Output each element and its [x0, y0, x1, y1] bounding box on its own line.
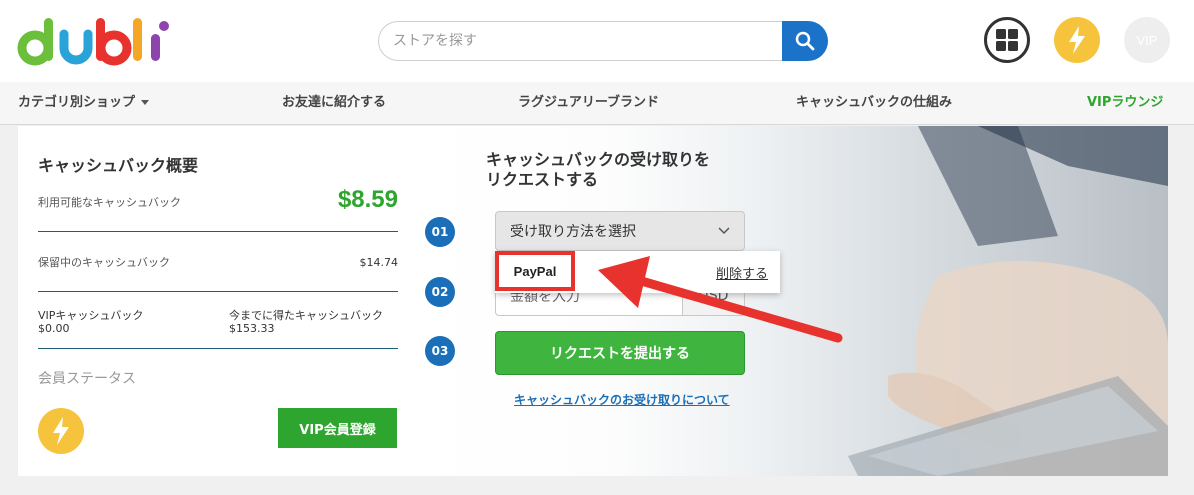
step-3-badge: 03	[425, 336, 455, 366]
lightning-bolt-icon	[53, 417, 69, 445]
annotation-arrow	[598, 256, 843, 343]
chevron-down-icon	[718, 227, 730, 235]
caret-down-icon	[141, 100, 150, 105]
nav-refer-friends[interactable]: お友達に紹介する	[282, 82, 386, 124]
step-2-badge: 02	[425, 277, 455, 307]
nav-label: お友達に紹介する	[282, 95, 387, 110]
divider	[38, 348, 398, 349]
dubli-logo[interactable]: dubli	[16, 12, 172, 68]
summary-title: キャッシュバック概要	[38, 156, 199, 175]
total-earned-amount: $153.33	[229, 322, 275, 335]
step-1-badge: 01	[425, 217, 455, 247]
page: dubli VIP	[0, 0, 1194, 495]
nav-label: キャッシュバックの仕組み	[796, 95, 953, 110]
payout-method-select[interactable]: 受け取り方法を選択	[495, 211, 745, 251]
available-cashback-label: 利用可能なキャッシュバック	[38, 196, 181, 209]
search-button[interactable]	[782, 21, 828, 61]
divider	[38, 231, 398, 232]
grid-icon	[996, 29, 1018, 51]
vip-button[interactable]: VIP	[1124, 17, 1170, 63]
lightning-bolt-icon	[1069, 26, 1085, 54]
cashback-summary-panel: キャッシュバック概要 利用可能なキャッシュバック $8.59 保留中のキャッシュ…	[18, 126, 418, 476]
nav-category-shop[interactable]: カテゴリ別ショップ	[18, 82, 150, 124]
search-icon	[795, 31, 815, 51]
pending-cashback-amount: $14.74	[359, 256, 399, 269]
nav-label: VIPラウンジ	[1087, 95, 1164, 110]
about-cashback-link[interactable]: キャッシュバックのお受け取りについて	[514, 391, 730, 408]
grid-menu-button[interactable]	[984, 17, 1030, 63]
vip-register-button[interactable]: VIP会員登録	[278, 408, 397, 448]
member-status-badge	[38, 408, 84, 454]
search-input[interactable]	[378, 21, 782, 61]
member-status-label: 会員ステータス	[38, 371, 136, 387]
request-title: キャッシュバックの受け取りを リクエストする	[486, 150, 711, 189]
main-nav: カテゴリ別ショップ お友達に紹介する ラグジュアリーブランド キャッシュバックの…	[0, 82, 1194, 125]
total-earned-label: 今までに得たキャッシュバック	[229, 309, 383, 322]
nav-luxury-brands[interactable]: ラグジュアリーブランド	[518, 82, 659, 124]
nav-label: ラグジュアリーブランド	[518, 95, 660, 110]
vip-cashback-label: VIPキャッシュバック	[38, 309, 144, 322]
payout-method-label: 受け取り方法を選択	[510, 224, 636, 240]
nav-vip-lounge[interactable]: VIPラウンジ	[1087, 82, 1163, 124]
member-status-button[interactable]	[1054, 17, 1100, 63]
nav-label: カテゴリ別ショップ	[18, 95, 136, 110]
available-cashback-amount: $8.59	[337, 186, 398, 213]
search-bar	[378, 21, 828, 61]
nav-how-cashback-works[interactable]: キャッシュバックの仕組み	[796, 82, 952, 124]
header: dubli VIP	[0, 0, 1194, 82]
vip-cashback-amount: $0.00	[38, 322, 70, 335]
vip-label: VIP	[1136, 32, 1158, 48]
divider	[38, 291, 398, 292]
svg-text:dubli: dubli	[16, 12, 19, 13]
pending-cashback-label: 保留中のキャッシュバック	[38, 256, 170, 269]
